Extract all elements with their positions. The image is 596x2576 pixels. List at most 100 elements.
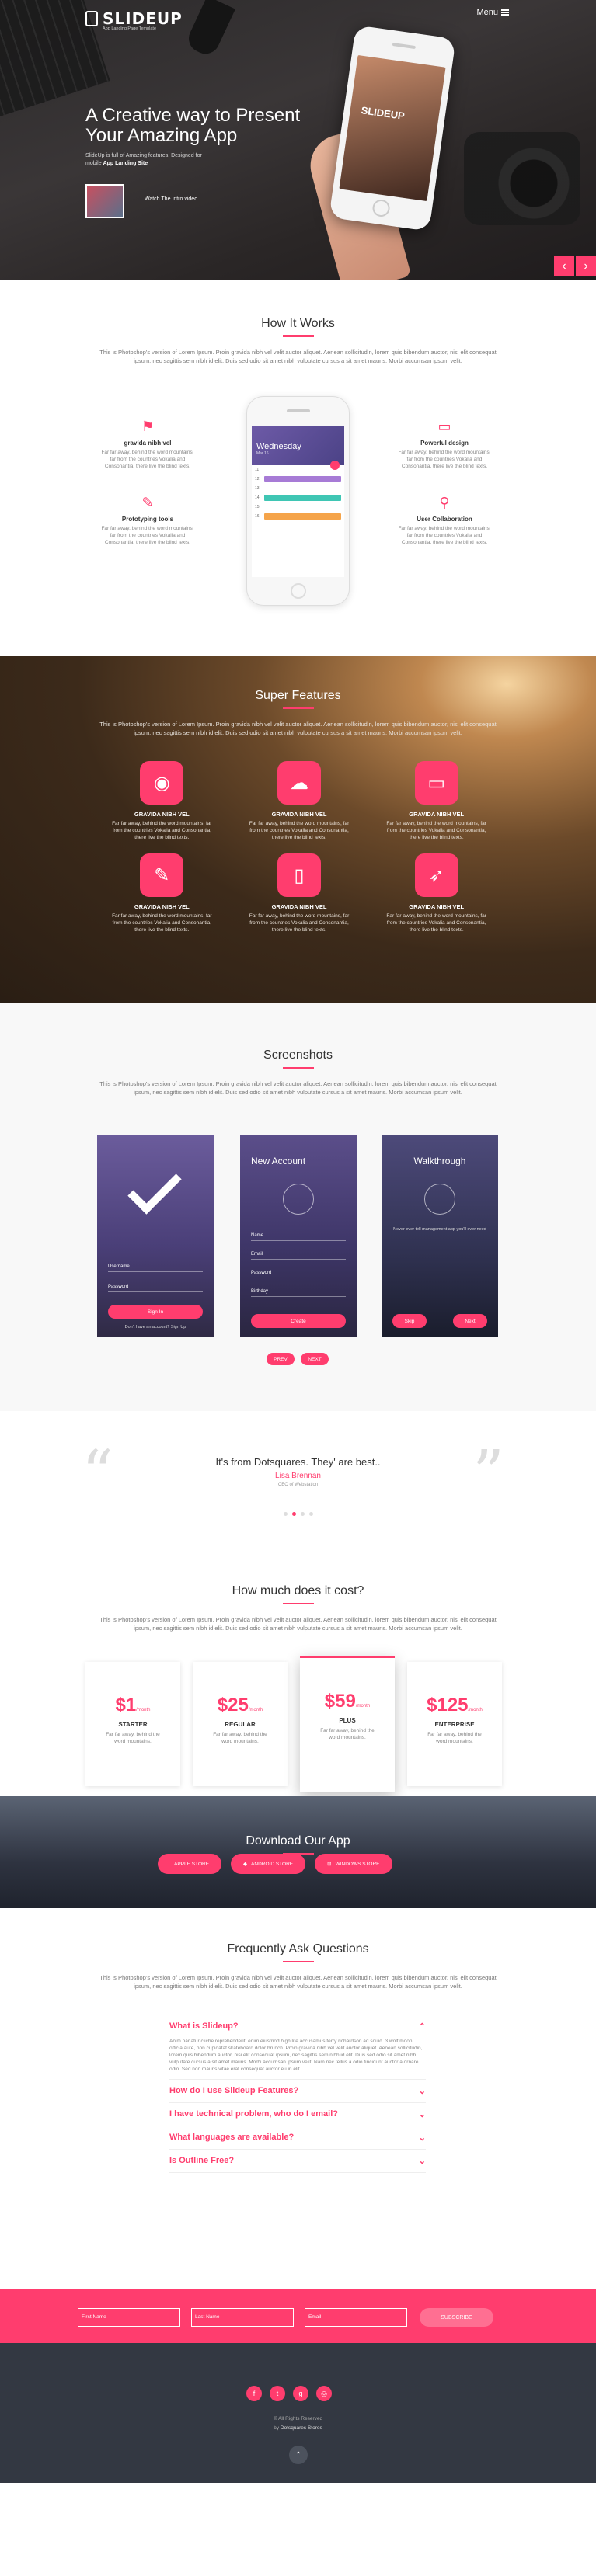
laptop-icon: ▭ [414,761,458,805]
faq-question: How do I use Slideup Features? [169,2086,299,2095]
dribbble-icon[interactable]: ◎ [316,2386,332,2401]
screen-title: Walkthrough [413,1156,466,1166]
video-link[interactable]: Watch The Intro video [145,196,197,202]
super-feature: ➶ GRAVIDA NIBH VEL Far far away, behind th… [368,853,505,933]
pricing-card-plus[interactable]: $59/month PLUS Far far away, behind the … [300,1656,395,1792]
faq-item-open[interactable]: What is Slideup? ⌃ Anim pariatur cliche r… [169,2015,426,2080]
calendar-row: 13 [252,484,344,493]
plan-name: ENTERPRISE [434,1721,475,1728]
plan-desc: Far far away, behind the word mountains. [213,1732,267,1744]
phone-screen-logo: SLIDEUP [360,104,406,122]
screenshot-walkthrough[interactable]: Walkthrough Never ever tell management a… [382,1135,498,1337]
checkmark-icon [127,1160,182,1215]
title-underline [282,335,314,337]
phone-home-button [290,583,306,599]
arrow-up-icon[interactable]: ⌃ [289,2446,308,2464]
pricing-cards: $1/month STARTER Far far away, behind th… [85,1656,502,1792]
plan-desc: Far far away, behind the word mountains. [427,1732,482,1744]
pricing-card-starter[interactable]: $1/month STARTER Far far away, behind th… [85,1662,180,1786]
search-icon: ⚲ [439,494,450,510]
camera-image [464,132,580,225]
feature-desc: Far far away, behind the word mountains,… [101,526,194,545]
faq-question: Is Outline Free? [169,2156,235,2165]
faq-item[interactable]: How do I use Slideup Features? ⌄ [169,2080,426,2103]
store-buttons: APPLE STORE ◆ ANDROID STORE ⊞ WINDOWS STOR… [158,1854,392,1874]
google-plus-icon[interactable]: g [293,2386,308,2401]
calendar-row: 12 [252,475,344,484]
site-logo[interactable]: SLIDEUP App Landing Page Template [85,9,183,31]
footer-section: f t g ◎ © All Rights Reserved by Dotsqua… [0,2343,596,2483]
screenshot-login[interactable]: Username Password Sign In Don't have an … [97,1135,214,1337]
email-input[interactable]: Email [305,2308,407,2327]
super-feature-desc: Far far away, behind the word mountains,… [112,913,212,933]
faq-item[interactable]: I have technical problem, who do I email… [169,2103,426,2126]
pricing-card-enterprise[interactable]: $125/month ENTERPRISE Far far away, behi… [407,1662,502,1786]
android-store-button[interactable]: ◆ ANDROID STORE [231,1854,306,1874]
facebook-icon[interactable]: f [246,2386,262,2401]
slider-dot[interactable] [309,1512,313,1516]
prev-button[interactable]: PREV [267,1353,295,1365]
chevron-down-icon: ⌄ [418,2133,426,2143]
super-feature-desc: Far far away, behind the word mountains,… [112,821,212,840]
password-field: Password [251,1266,346,1278]
phone-screen: SLIDEUP [339,54,446,202]
section-title: How much does it cost? [232,1584,364,1597]
slider-dot[interactable] [284,1512,288,1516]
pencil-icon: ✎ [140,853,184,897]
section-title: Download Our App [246,1834,350,1848]
pencil-icon [424,1184,455,1215]
first-name-input[interactable]: First Name [78,2308,180,2327]
subscribe-button[interactable]: SUBSCRIBE [420,2308,493,2327]
logo-tagline: App Landing Page Template [103,26,157,31]
feature-item: ⚲ User Collaboration Far far away, behin… [398,494,491,546]
screenshot-new-account[interactable]: New Account Name Email Password Birthday… [240,1135,357,1337]
download-section: Download Our App APPLE STORE ◆ ANDROID ST… [0,1796,596,1908]
super-features-section: Super Features This is Photoshop's versi… [0,656,596,1003]
chevron-left-icon[interactable]: ‹ [554,256,574,276]
screen-title: New Account [251,1156,306,1166]
calendar-app-screen: Wednesday Mar 16 11 12 13 14 15 16 [252,426,344,577]
feature-item: ⚑ gravida nibh vel Far far away, behind … [101,418,194,470]
feature-title: gravida nibh vel [124,440,172,447]
super-feature: ▯ GRAVIDA NIBH VEL Far far away, behind th… [231,853,368,933]
super-feature-title: GRAVIDA NIBH VEL [271,903,327,910]
video-thumbnail[interactable] [85,184,124,218]
credits-brand[interactable]: Dotsquares Stores [281,2425,322,2431]
feature-desc: Far far away, behind the word mountains,… [398,526,491,545]
super-feature-title: GRAVIDA NIBH VEL [134,903,190,910]
faq-item[interactable]: Is Outline Free? ⌄ [169,2150,426,2173]
feature-item: ▭ Powerful design Far far away, behind t… [398,418,491,470]
pricing-card-regular[interactable]: $25/month REGULAR Far far away, behind t… [193,1662,288,1786]
menu-button[interactable]: Menu [476,8,509,17]
super-feature-desc: Far far away, behind the word mountains,… [249,913,350,933]
super-features-grid: ◉ GRAVIDA NIBH VEL Far far away, behind th… [93,761,505,933]
super-feature-title: GRAVIDA NIBH VEL [134,811,190,818]
windows-store-button[interactable]: ⊞ WINDOWS STORE [315,1854,392,1874]
chevron-right-icon[interactable]: › [576,256,596,276]
screenshots-section: Screenshots This is Photoshop's version … [0,1003,596,1411]
feature-item: ✎ Prototyping tools Far far away, behind… [101,494,194,546]
password-field: Password [108,1280,203,1292]
title-underline [282,1961,314,1962]
faq-answer: Anim pariatur cliche reprehenderit, enim… [169,2039,423,2072]
next-screen-button: Next [453,1314,487,1328]
monitor-icon: ▭ [437,418,451,434]
slider-dot[interactable] [301,1512,305,1516]
store-label: WINDOWS STORE [335,1861,380,1867]
next-button[interactable]: NEXT [301,1353,329,1365]
last-name-input[interactable]: Last Name [191,2308,294,2327]
section-intro: This is Photoshop's version of Lorem Ips… [99,1974,497,1990]
logo-name: SLIDEUP [103,9,183,28]
faq-item[interactable]: What languages are available? ⌄ [169,2126,426,2150]
super-feature: ✎ GRAVIDA NIBH VEL Far far away, behind th… [93,853,231,933]
title-underline [282,707,314,709]
super-feature-title: GRAVIDA NIBH VEL [409,811,465,818]
faq-question: What is Slideup? [169,2022,239,2031]
camera-icon [283,1184,314,1215]
apple-store-button[interactable]: APPLE STORE [158,1854,222,1874]
section-intro: This is Photoshop's version of Lorem Ips… [99,349,497,364]
super-feature-desc: Far far away, behind the word mountains,… [386,821,486,840]
twitter-icon[interactable]: t [270,2386,285,2401]
slider-dot-active[interactable] [292,1512,296,1516]
android-icon: ◆ [243,1862,248,1867]
